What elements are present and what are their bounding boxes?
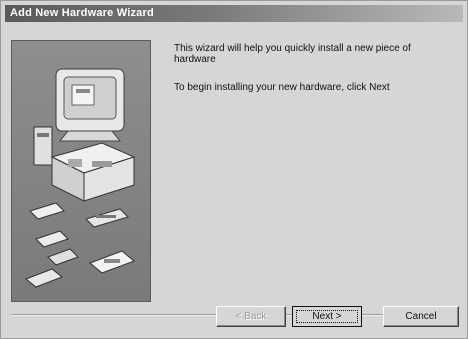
cancel-button-label: Cancel — [405, 311, 437, 322]
intro-text: This wizard will help you quickly instal… — [174, 43, 411, 65]
wizard-window: Add New Hardware Wizard This wizard will… — [0, 0, 468, 339]
computer-hardware-icon — [25, 68, 136, 288]
back-button-label: < Back — [235, 311, 267, 322]
next-button-label: Next > — [312, 311, 342, 322]
title-bar[interactable]: Add New Hardware Wizard — [5, 5, 463, 22]
cancel-button[interactable]: Cancel — [383, 306, 459, 327]
wizard-content: This wizard will help you quickly instal… — [1, 23, 467, 338]
instruction-text: To begin installing your new hardware, c… — [174, 82, 390, 93]
window-title: Add New Hardware Wizard — [10, 7, 154, 19]
next-button[interactable]: Next > — [292, 306, 362, 327]
back-button[interactable]: < Back — [216, 306, 286, 327]
hardware-illustration — [11, 40, 151, 302]
